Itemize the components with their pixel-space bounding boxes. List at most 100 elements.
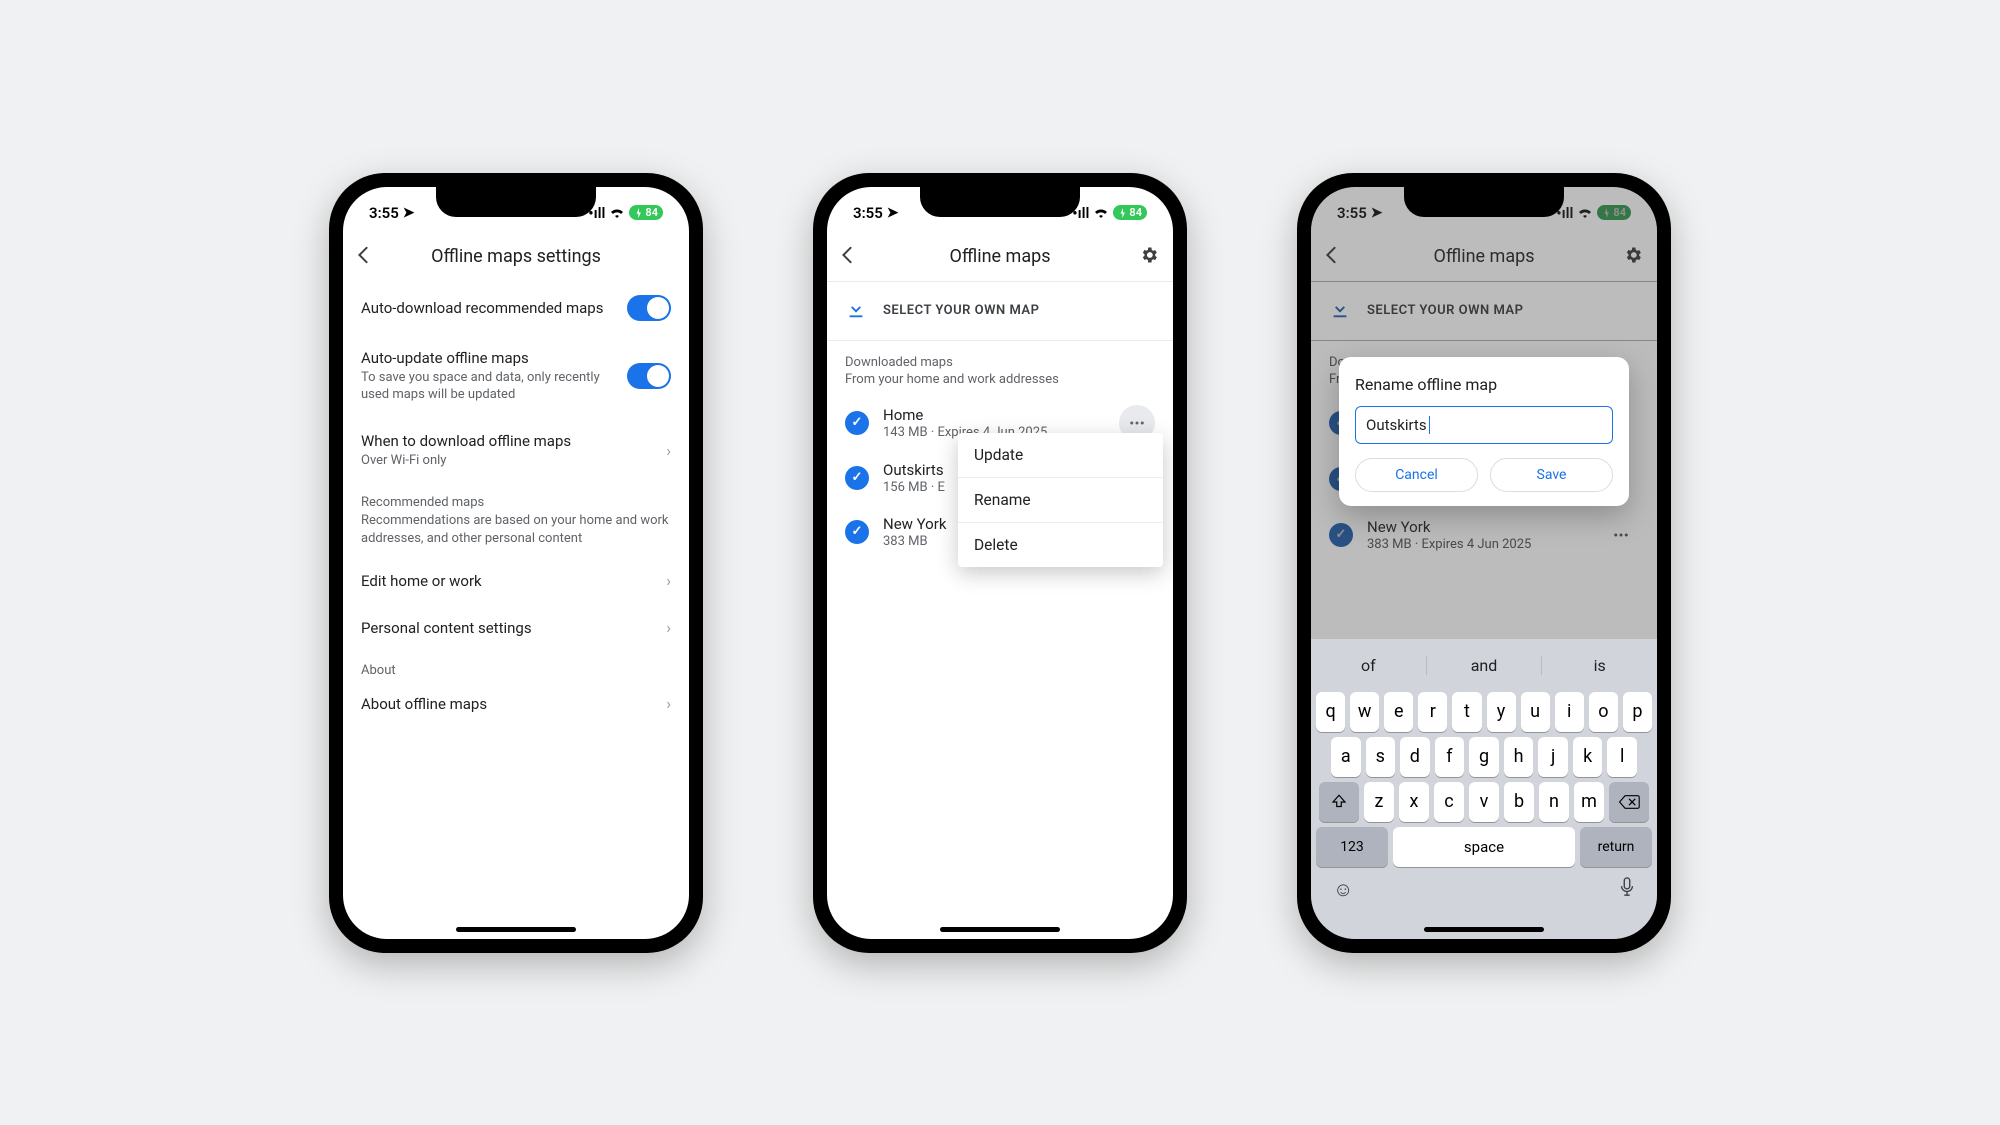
- toggle-auto-download[interactable]: [627, 295, 671, 321]
- backspace-key[interactable]: [1609, 782, 1649, 822]
- key-d[interactable]: d: [1400, 737, 1430, 777]
- group-title: Downloaded maps: [827, 341, 1173, 372]
- key-f[interactable]: f: [1435, 737, 1465, 777]
- location-icon: ➤: [403, 205, 415, 221]
- status-time: 3:55: [853, 204, 883, 222]
- notch: [1404, 187, 1564, 217]
- settings-button[interactable]: [1125, 245, 1165, 269]
- row-label: Personal content settings: [361, 619, 654, 637]
- key-p[interactable]: p: [1623, 692, 1652, 732]
- home-indicator[interactable]: [1424, 927, 1544, 932]
- back-button[interactable]: [835, 245, 875, 269]
- page-title: Offline maps settings: [391, 246, 641, 267]
- suggestion[interactable]: and: [1427, 656, 1543, 675]
- battery-icon: 84: [629, 205, 663, 220]
- wifi-icon: [609, 204, 625, 222]
- check-icon: ✓: [845, 520, 869, 544]
- key-u[interactable]: u: [1521, 692, 1550, 732]
- row-edit-home-work[interactable]: Edit home or work ›: [343, 557, 689, 604]
- location-icon: ➤: [887, 205, 899, 221]
- row-auto-download[interactable]: Auto-download recommended maps: [343, 281, 689, 335]
- home-indicator[interactable]: [456, 927, 576, 932]
- back-button[interactable]: [351, 245, 391, 269]
- dialog-title: Rename offline map: [1355, 375, 1613, 394]
- keyboard-suggestions: of and is: [1311, 645, 1657, 687]
- key-j[interactable]: j: [1538, 737, 1568, 777]
- section-header-recommended: Recommended maps: [343, 483, 689, 512]
- row-label: When to download offline maps: [361, 432, 654, 450]
- rename-value: Outskirts: [1366, 416, 1427, 434]
- battery-icon: 84: [1113, 205, 1147, 220]
- numbers-key[interactable]: 123: [1316, 827, 1388, 867]
- rename-dialog: Rename offline map Outskirts Cancel Save: [1339, 357, 1629, 506]
- emoji-key[interactable]: ☺: [1333, 877, 1353, 902]
- page-title: Offline maps: [875, 246, 1125, 267]
- chevron-right-icon: ›: [666, 618, 671, 637]
- menu-update[interactable]: Update: [958, 433, 1163, 477]
- key-o[interactable]: o: [1589, 692, 1618, 732]
- nav-bar: Offline maps settings: [343, 233, 689, 281]
- cancel-button[interactable]: Cancel: [1355, 458, 1478, 492]
- key-i[interactable]: i: [1555, 692, 1584, 732]
- key-g[interactable]: g: [1469, 737, 1499, 777]
- space-key[interactable]: space: [1393, 827, 1575, 867]
- menu-delete[interactable]: Delete: [958, 522, 1163, 567]
- context-menu: Update Rename Delete: [958, 433, 1163, 567]
- mic-key[interactable]: [1619, 877, 1635, 902]
- shift-key[interactable]: [1319, 782, 1359, 822]
- key-h[interactable]: h: [1504, 737, 1534, 777]
- ios-keyboard: of and is qwertyuiop asdfghjkl zxcvbnm 1…: [1311, 639, 1657, 939]
- phone-settings: 3:55 ➤ •ıll 84 Offline maps settings: [329, 173, 703, 953]
- status-time: 3:55: [369, 204, 399, 222]
- key-s[interactable]: s: [1366, 737, 1396, 777]
- row-personal-content[interactable]: Personal content settings ›: [343, 604, 689, 651]
- row-when-download[interactable]: When to download offline maps Over Wi-Fi…: [343, 418, 689, 484]
- key-t[interactable]: t: [1452, 692, 1481, 732]
- home-indicator[interactable]: [940, 927, 1060, 932]
- download-icon: [845, 298, 867, 324]
- key-c[interactable]: c: [1434, 782, 1464, 822]
- key-l[interactable]: l: [1607, 737, 1637, 777]
- key-r[interactable]: r: [1418, 692, 1447, 732]
- key-e[interactable]: e: [1384, 692, 1413, 732]
- key-q[interactable]: q: [1316, 692, 1345, 732]
- key-v[interactable]: v: [1469, 782, 1499, 822]
- notch: [920, 187, 1080, 217]
- section-header-about: About: [343, 651, 689, 680]
- key-k[interactable]: k: [1573, 737, 1603, 777]
- row-label: Auto-update offline maps: [361, 349, 615, 367]
- phone-rename-dialog: 3:55 ➤ •ıll 84 Offline maps: [1297, 173, 1671, 953]
- chevron-right-icon: ›: [666, 694, 671, 713]
- key-n[interactable]: n: [1539, 782, 1569, 822]
- row-label: About offline maps: [361, 695, 654, 713]
- chevron-right-icon: ›: [666, 441, 671, 460]
- row-sub: To save you space and data, only recentl…: [361, 369, 615, 404]
- wifi-icon: [1093, 204, 1109, 222]
- suggestion[interactable]: of: [1311, 656, 1427, 675]
- nav-bar: Offline maps: [827, 233, 1173, 281]
- row-auto-update[interactable]: Auto-update offline maps To save you spa…: [343, 335, 689, 418]
- section-note-recommended: Recommendations are based on your home a…: [343, 512, 689, 557]
- return-key[interactable]: return: [1580, 827, 1652, 867]
- row-sub: Over Wi-Fi only: [361, 452, 654, 470]
- key-y[interactable]: y: [1487, 692, 1516, 732]
- key-x[interactable]: x: [1399, 782, 1429, 822]
- row-label: Edit home or work: [361, 572, 654, 590]
- suggestion[interactable]: is: [1542, 656, 1657, 675]
- menu-rename[interactable]: Rename: [958, 477, 1163, 522]
- key-z[interactable]: z: [1364, 782, 1394, 822]
- key-w[interactable]: w: [1350, 692, 1379, 732]
- check-icon: ✓: [845, 411, 869, 435]
- row-select-own-map[interactable]: SELECT YOUR OWN MAP: [827, 282, 1173, 340]
- save-button[interactable]: Save: [1490, 458, 1613, 492]
- row-about-offline[interactable]: About offline maps ›: [343, 680, 689, 727]
- toggle-auto-update[interactable]: [627, 363, 671, 389]
- row-label: Auto-download recommended maps: [361, 299, 615, 317]
- notch: [436, 187, 596, 217]
- key-m[interactable]: m: [1574, 782, 1604, 822]
- group-sub: From your home and work addresses: [827, 372, 1173, 395]
- key-a[interactable]: a: [1331, 737, 1361, 777]
- key-b[interactable]: b: [1504, 782, 1534, 822]
- rename-input[interactable]: Outskirts: [1355, 406, 1613, 444]
- check-icon: ✓: [845, 466, 869, 490]
